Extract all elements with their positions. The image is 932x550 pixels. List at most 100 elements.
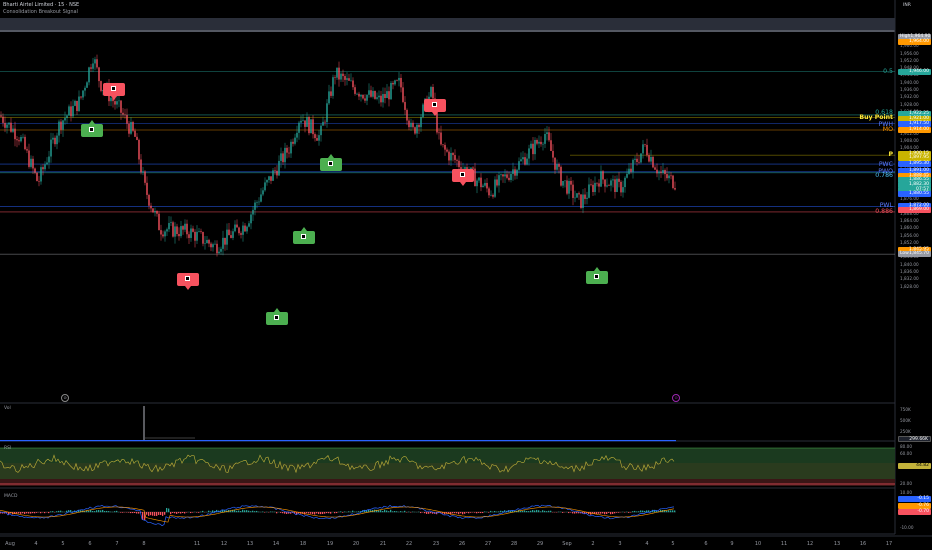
macd-histogram-bar	[262, 511, 264, 513]
time-tick: 6	[88, 541, 92, 547]
rsi-pane-label[interactable]: RSI	[4, 446, 11, 451]
axis-tag-value: 1,869.00	[908, 207, 929, 213]
sell-signal-marker[interactable]	[177, 273, 199, 290]
candle-body	[636, 158, 638, 162]
price-tick: 1,856.00	[900, 232, 919, 238]
time-tick: 22	[405, 541, 413, 547]
buy-signal-marker[interactable]	[266, 308, 288, 325]
macd-histogram-bar	[572, 512, 574, 514]
macd-histogram-bar	[134, 512, 136, 514]
macd-histogram-bar	[36, 512, 38, 513]
candle-body	[388, 91, 390, 100]
candle-body	[314, 134, 316, 139]
event-circle-icon[interactable]: ⊙	[672, 394, 680, 402]
macd-histogram-bar	[534, 510, 536, 513]
candle-body	[554, 157, 556, 170]
macd-histogram-bar	[316, 512, 318, 514]
candle-body	[610, 180, 612, 186]
macd-histogram-bar	[120, 512, 122, 513]
macd-histogram-bar	[56, 511, 58, 513]
macd-histogram-bar	[526, 511, 528, 513]
buy-signal-marker[interactable]	[586, 267, 608, 284]
price-chart-canvas[interactable]	[0, 0, 932, 550]
candle-body	[608, 185, 610, 186]
macd-histogram-bar	[424, 512, 426, 514]
buy-signal-marker[interactable]	[81, 120, 103, 137]
macd-histogram-bar	[282, 512, 284, 514]
candle-body	[244, 225, 246, 232]
macd-histogram-bar	[152, 512, 154, 516]
candle-body	[304, 120, 306, 127]
macd-histogram-bar	[562, 512, 564, 513]
time-tick: 29	[536, 541, 544, 547]
candle-body	[184, 223, 186, 230]
candle-body	[674, 188, 676, 190]
axis-tag-last-4: 1,880.55	[898, 191, 931, 198]
macd-histogram-bar	[426, 512, 428, 514]
time-tick: 28	[510, 541, 518, 547]
candle-body	[124, 114, 126, 116]
candle-body	[432, 86, 434, 99]
candle-body	[558, 164, 560, 167]
candle-body	[296, 132, 298, 138]
event-circle-icon[interactable]: ⊙	[61, 394, 69, 402]
macd-histogram-bar	[672, 510, 674, 513]
signal-square-icon	[185, 276, 190, 281]
candle-body	[196, 231, 198, 241]
sell-signal-marker[interactable]	[424, 99, 446, 116]
macd-histogram-bar	[322, 512, 324, 515]
chart-window[interactable]: Bharti Airtel Limited · 15 · NSE Consoli…	[0, 0, 932, 550]
signal-square-icon	[594, 274, 599, 279]
macd-histogram-bar	[522, 510, 524, 513]
candle-body	[136, 136, 138, 140]
macd-histogram-bar	[160, 512, 162, 516]
indicator-title[interactable]: Consolidation Breakout Signal	[3, 9, 78, 15]
candle-body	[62, 120, 64, 130]
vol-tick: 750K	[900, 407, 911, 412]
macd-histogram-bar	[190, 512, 192, 514]
candle-body	[118, 100, 120, 102]
candle-body	[176, 226, 178, 235]
macd-histogram-bar	[468, 512, 470, 514]
candle-body	[542, 143, 544, 145]
candle-body	[576, 193, 578, 198]
candle-body	[652, 156, 654, 168]
buy-signal-marker[interactable]	[320, 154, 342, 171]
time-tick: 4	[34, 541, 38, 547]
sell-signal-marker[interactable]	[103, 83, 125, 100]
macd-histogram-bar	[342, 512, 344, 513]
axis-tag-low: Low 1,845.70	[898, 251, 931, 258]
vol-pane-label[interactable]: Vol	[4, 406, 11, 411]
candle-body	[50, 139, 52, 157]
candle-body	[4, 122, 6, 128]
macd-pane-label[interactable]: MACD	[4, 494, 18, 499]
candle-body	[566, 180, 568, 194]
rsi-lower-zone	[0, 479, 895, 486]
signal-square-icon	[274, 315, 279, 320]
macd-histogram-bar	[568, 512, 570, 514]
candle-body	[120, 100, 122, 113]
symbol-title[interactable]: Bharti Airtel Limited · 15 · NSE	[3, 2, 79, 8]
macd-histogram-bar	[16, 512, 18, 514]
candle-body	[220, 248, 222, 252]
macd-histogram-bar	[640, 510, 642, 513]
macd-tick: -10.00	[900, 525, 914, 530]
candle-body	[580, 194, 582, 209]
macd-signal-line	[0, 506, 675, 523]
macd-histogram-bar	[326, 512, 328, 514]
macd-histogram-bar	[670, 510, 672, 513]
candle-body	[292, 141, 294, 144]
buy-signal-marker[interactable]	[293, 227, 315, 244]
macd-histogram-bar	[310, 512, 312, 514]
candle-body	[414, 127, 416, 134]
rsi-value-tag: 44.82	[898, 463, 931, 469]
signal-square-icon	[111, 86, 116, 91]
sell-signal-marker[interactable]	[452, 169, 474, 186]
candle-body	[530, 143, 532, 149]
macd-histogram-bar	[624, 512, 626, 513]
candle-body	[42, 167, 44, 170]
candle-body	[302, 120, 304, 122]
candle-body	[630, 168, 632, 172]
candle-body	[328, 91, 330, 104]
candle-body	[258, 201, 260, 203]
